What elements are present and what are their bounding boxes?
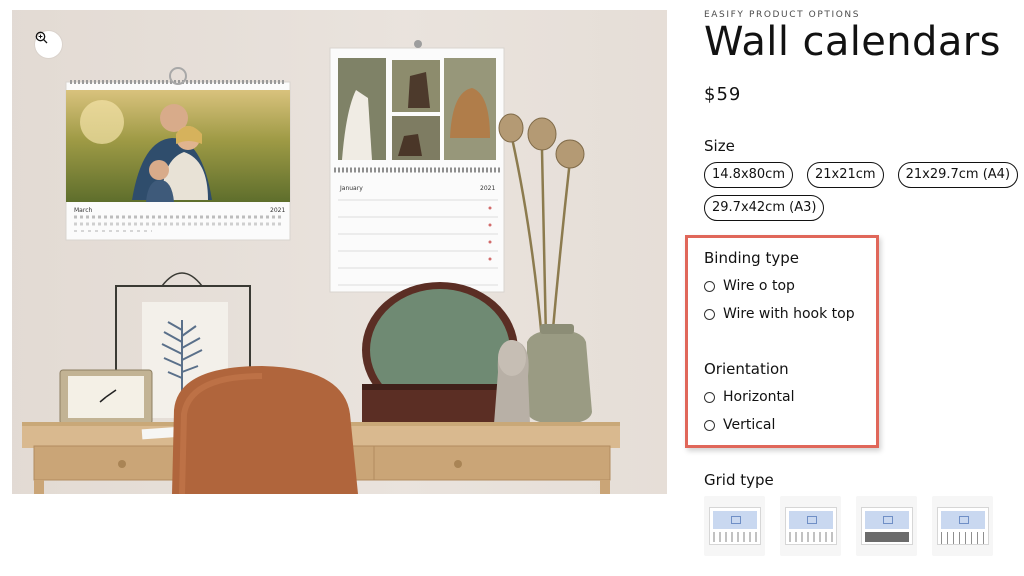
size-options: 14.8x80cm 21x21cm 21x29.7cm (A4) 29.7x42…	[704, 162, 1020, 221]
wall-calendar-vertical: January 2021	[329, 40, 505, 293]
size-option-a4[interactable]: 21x29.7cm (A4)	[897, 162, 1019, 188]
bust-sculpture	[494, 340, 530, 424]
wall-calendar-horizontal: March 2021	[65, 67, 291, 241]
round-mirror	[362, 282, 518, 428]
vase	[527, 324, 592, 424]
highlight-box	[685, 235, 879, 448]
desk-clock	[59, 369, 153, 425]
product-price: $59	[704, 84, 742, 105]
size-option-21x21[interactable]: 21x21cm	[807, 162, 884, 188]
product-title: Wall calendars	[704, 19, 1001, 65]
grid-type-option-2[interactable]	[780, 496, 841, 556]
grid-type-option-1[interactable]	[704, 496, 765, 556]
cal2-year: 2021	[480, 185, 495, 192]
size-label: Size	[704, 137, 735, 155]
grid-type-label: Grid type	[704, 471, 774, 489]
zoom-button[interactable]	[35, 31, 62, 58]
grid-type-options	[704, 496, 993, 556]
grid-type-option-4[interactable]	[932, 496, 993, 556]
zoom-icon	[35, 31, 48, 44]
cal2-month: January	[339, 185, 363, 192]
product-photo-illustration: March 2021 January 2021	[12, 10, 667, 494]
grid-type-option-3[interactable]	[856, 496, 917, 556]
cal1-year: 2021	[270, 207, 285, 214]
size-option-a3[interactable]: 29.7x42cm (A3)	[704, 195, 825, 221]
grid-thumbnail-image	[784, 507, 837, 545]
product-image[interactable]: March 2021 January 2021	[12, 10, 667, 494]
grid-thumbnail-image	[936, 507, 989, 545]
grid-thumbnail-image	[708, 507, 761, 545]
grid-thumbnail-image	[860, 507, 913, 545]
cal1-month: March	[74, 207, 92, 214]
size-option-14-8x80[interactable]: 14.8x80cm	[704, 162, 793, 188]
leather-chair	[172, 366, 358, 494]
